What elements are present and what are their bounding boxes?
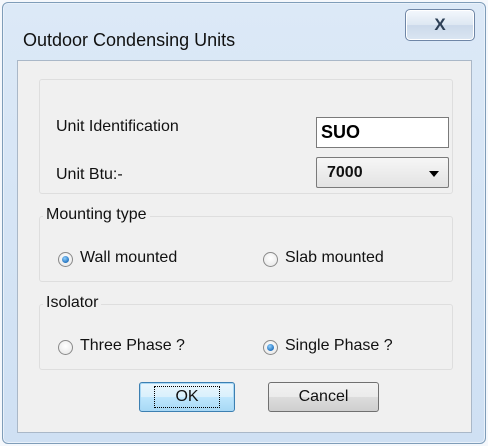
title-bar[interactable]: Outdoor Condensing Units X	[3, 3, 485, 61]
single-phase-radio[interactable]	[263, 340, 278, 355]
unit-btu-value: 7000	[327, 164, 363, 181]
unit-identification-label: Unit Identification	[56, 118, 179, 135]
wall-mounted-radio[interactable]	[58, 252, 73, 267]
unit-btu-select[interactable]: 7000	[316, 157, 449, 188]
close-icon: X	[434, 15, 446, 34]
unit-identification-input[interactable]: SUO	[316, 117, 449, 148]
dialog-window: Outdoor Condensing Units X Unit Identifi…	[2, 2, 486, 444]
window-title: Outdoor Condensing Units	[23, 30, 236, 50]
dialog-body: Unit Identification Unit Btu:- SUO 7000 …	[17, 60, 472, 433]
slab-mounted-radio[interactable]	[263, 252, 278, 267]
single-phase-label[interactable]: Single Phase ?	[285, 337, 393, 355]
cancel-button-label: Cancel	[298, 388, 349, 405]
three-phase-radio[interactable]	[58, 340, 73, 355]
ok-button[interactable]: OK	[139, 382, 235, 412]
close-button[interactable]: X	[405, 9, 475, 41]
chevron-down-icon[interactable]	[429, 171, 439, 177]
unit-btu-label: Unit Btu:-	[56, 166, 123, 183]
wall-mounted-label[interactable]: Wall mounted	[80, 249, 177, 267]
ok-button-label: OK	[154, 386, 220, 408]
isolator-legend: Isolator	[43, 294, 102, 312]
three-phase-label[interactable]: Three Phase ?	[80, 337, 185, 355]
cancel-button[interactable]: Cancel	[268, 382, 379, 412]
mounting-type-legend: Mounting type	[43, 206, 150, 224]
slab-mounted-label[interactable]: Slab mounted	[285, 249, 384, 267]
